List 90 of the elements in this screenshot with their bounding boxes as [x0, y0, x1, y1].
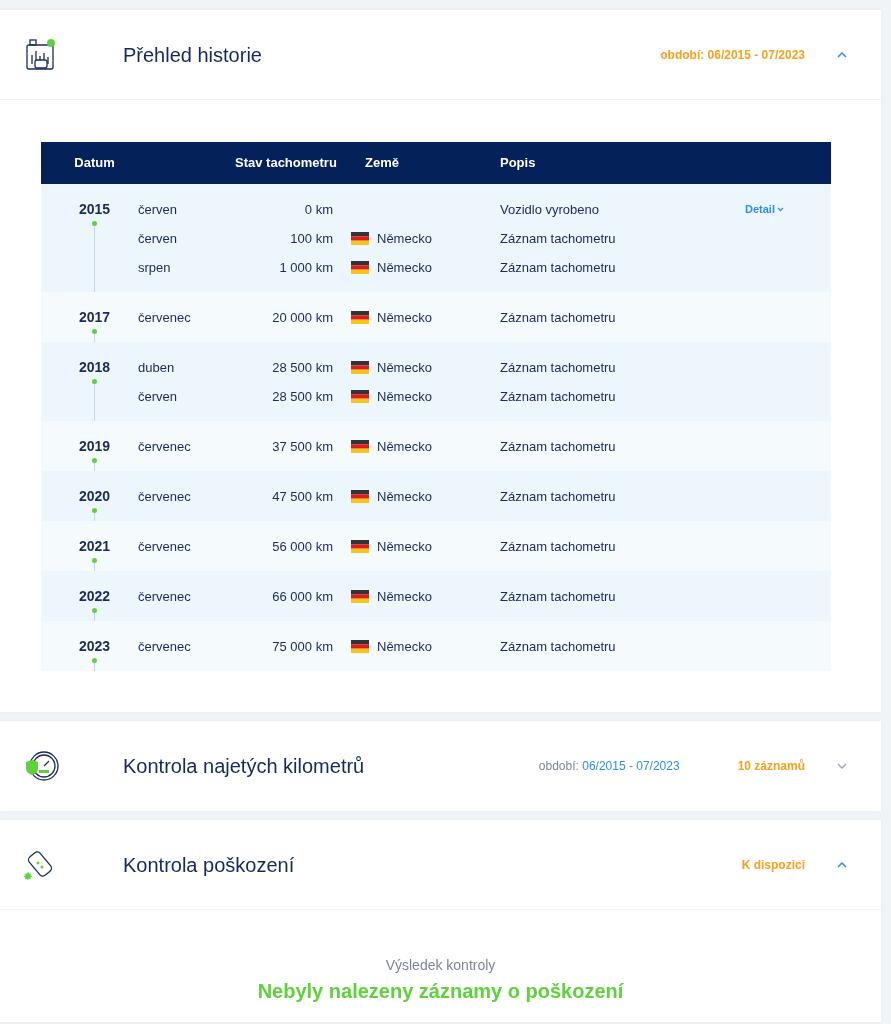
status-text: 10 záznamů: [737, 758, 805, 775]
section-header[interactable]: Kontrola poškození K dispozici: [0, 820, 881, 910]
odometer-cell-text: 20 000 km: [271, 308, 333, 327]
column-header: Popis: [500, 154, 537, 173]
year-label: 2022: [77, 587, 111, 605]
country-cell-text: Německo: [377, 358, 432, 377]
country-cell-text: Německo: [377, 587, 432, 606]
section-title: Kontrola poškození: [123, 852, 296, 878]
flag-icon: [351, 440, 369, 453]
month-cell-text: červenec: [138, 437, 192, 456]
year-label: 2023: [77, 637, 111, 655]
month-cell-text: červenec: [138, 308, 192, 327]
month-cell-text: červenec: [138, 537, 192, 556]
chevron-up-icon[interactable]: [837, 51, 847, 58]
timeline-line: [94, 663, 95, 671]
section-header[interactable]: Kontrola najetých kilometrů období: 06/2015 - 07/2023 10 záznamů: [0, 721, 881, 811]
odometer-cell-text: 37 500 km: [271, 437, 333, 456]
country-cell-text: Německo: [377, 229, 432, 248]
year-label: 2019: [77, 437, 111, 455]
flag-icon: [351, 232, 369, 245]
month-cell-text: červenec: [138, 587, 192, 606]
timeline-line: [94, 226, 95, 292]
country-cell-text: Německo: [377, 537, 432, 556]
flag-icon: [351, 361, 369, 374]
month-cell-text: červen: [138, 200, 179, 219]
flag-icon: [351, 590, 369, 603]
chevron-up-icon[interactable]: [837, 861, 847, 868]
year-label: 2021: [77, 537, 111, 555]
month-cell-text: červen: [138, 387, 179, 406]
section-header[interactable]: Přehled historie období: 06/2015 - 07/2023: [0, 10, 881, 100]
chevron-down-icon: [776, 207, 784, 212]
odometer-cell-text: 75 000 km: [271, 637, 333, 656]
timeline-line: [94, 563, 95, 571]
description-cell-text: Záznam tachometru: [500, 229, 617, 248]
month-cell-text: srpen: [138, 258, 172, 277]
month-cell-text: duben: [138, 358, 176, 377]
flag-icon: [351, 640, 369, 653]
flag-icon: [351, 311, 369, 324]
description-cell-text: Záznam tachometru: [500, 587, 617, 606]
timeline-line: [94, 463, 95, 471]
odometer-cell-text: 56 000 km: [271, 537, 333, 556]
flag-icon: [351, 490, 369, 503]
country-cell-text: Německo: [377, 258, 432, 277]
column-header: Země: [364, 154, 400, 173]
description-cell-text: Záznam tachometru: [500, 308, 617, 327]
country-cell-text: Německo: [377, 308, 432, 327]
timeline-line: [94, 334, 95, 342]
description-cell-text: Záznam tachometru: [500, 258, 617, 277]
odometer-cell-text: 28 500 km: [271, 387, 333, 406]
timeline-line: [94, 384, 95, 421]
country-cell-text: Německo: [377, 637, 432, 656]
country-cell-text: Německo: [377, 387, 432, 406]
year-label: 2018: [77, 358, 111, 376]
description-cell-text: Záznam tachometru: [500, 387, 617, 406]
odometer-cell-text: 28 500 km: [271, 358, 333, 377]
odometer-cell-text: 66 000 km: [271, 587, 333, 606]
month-cell-text: červenec: [138, 487, 192, 506]
description-cell-text: Záznam tachometru: [500, 487, 617, 506]
flag-icon: [351, 261, 369, 274]
description-cell-text: Vozidlo vyrobeno: [500, 200, 600, 219]
chart-car-icon: [24, 37, 58, 72]
year-label: 2015: [77, 200, 111, 218]
country-cell-text: Německo: [377, 487, 432, 506]
timeline-line: [94, 513, 95, 521]
period-text: období: 06/2015 - 07/2023: [538, 758, 680, 775]
odometer-cell-text: 0 km: [303, 200, 333, 219]
flag-icon: [351, 540, 369, 553]
description-cell-text: Záznam tachometru: [500, 637, 617, 656]
description-cell-text: Záznam tachometru: [500, 537, 617, 556]
odometer-cell-text: 1 000 km: [278, 258, 333, 277]
month-cell-text: červenec: [138, 637, 192, 656]
description-cell-text: Záznam tachometru: [500, 437, 617, 456]
section-title: Kontrola najetých kilometrů: [123, 754, 366, 779]
column-header: Datum: [73, 154, 116, 173]
flag-icon: [351, 390, 369, 403]
year-label: 2017: [77, 308, 111, 326]
result-label: Výsledek kontroly: [385, 956, 496, 975]
odometer-cell-text: 47 500 km: [271, 487, 333, 506]
status-text: K dispozici: [741, 856, 805, 874]
country-cell-text: Německo: [377, 437, 432, 456]
timeline-line: [94, 613, 95, 621]
month-cell-text: červen: [138, 229, 179, 248]
year-label: 2020: [77, 487, 111, 505]
chevron-down-icon[interactable]: [837, 763, 847, 769]
status-text: období: 06/2015 - 07/2023: [660, 46, 805, 64]
result-text: Nebyly nalezeny záznamy o poškození: [257, 979, 624, 1004]
gauge-shield-icon: [24, 750, 60, 782]
odometer-cell-text: 100 km: [289, 229, 333, 248]
description-cell-text: Záznam tachometru: [500, 358, 617, 377]
section-title: Přehled historie: [123, 42, 263, 68]
